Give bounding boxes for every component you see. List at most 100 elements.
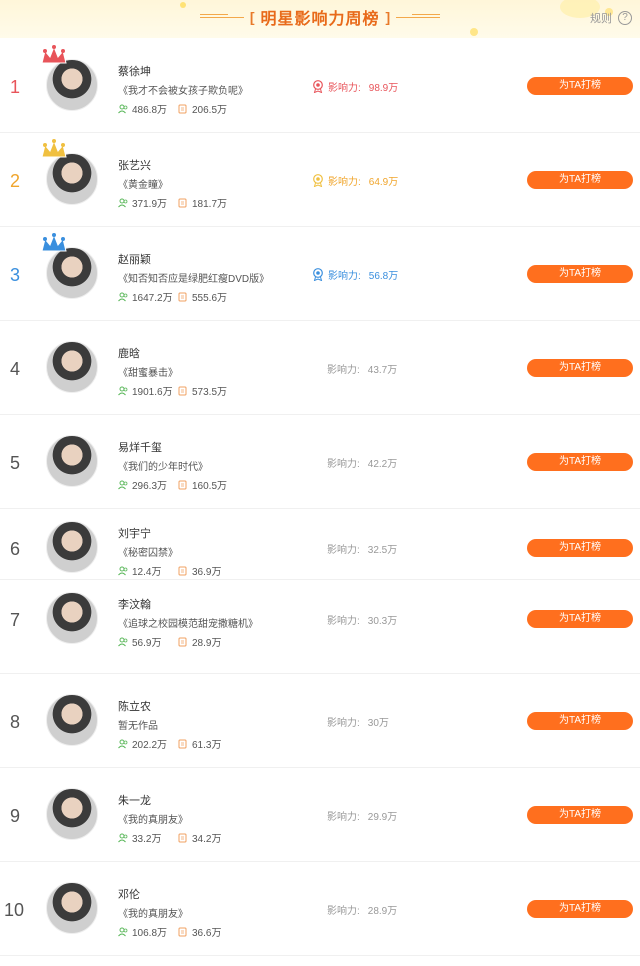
ranking-row: 10 邓伦 《我的真朋友》 106.8万 36.6万 影响力: 28.9万 为TA打榜 [0, 862, 640, 956]
star-name[interactable]: 陈立农 [118, 698, 151, 714]
star-work[interactable]: 《我的真朋友》 [118, 905, 188, 920]
avatar-wrapper[interactable] [46, 788, 98, 840]
vote-button[interactable]: 为TA打榜 [527, 77, 633, 95]
fans-count: 371.9万 [132, 199, 168, 210]
star-stats: 33.2万 34.2万 [118, 830, 221, 845]
influence-score: 影响力: 29.9万 [327, 808, 397, 823]
works-stat: 36.9万 [178, 563, 221, 578]
fans-stat: 1647.2万 [118, 289, 178, 304]
vote-button[interactable]: 为TA打榜 [527, 806, 633, 824]
avatar[interactable] [46, 592, 98, 644]
star-stats: 371.9万 181.7万 [118, 195, 227, 210]
works-count: 61.3万 [192, 740, 222, 751]
avatar-wrapper[interactable] [41, 139, 98, 205]
star-stats: 106.8万 36.6万 [118, 924, 221, 939]
works-stat: 28.9万 [178, 634, 221, 649]
influence-score: 影响力: 42.2万 [327, 455, 397, 470]
works-count: 28.9万 [192, 638, 222, 649]
star-name[interactable]: 刘宇宁 [118, 525, 151, 541]
fans-icon [118, 104, 128, 114]
vote-button[interactable]: 为TA打榜 [527, 900, 633, 918]
star-work[interactable]: 《黄金瞳》 [118, 176, 168, 191]
star-name[interactable]: 张艺兴 [118, 157, 151, 173]
medal-icon [312, 80, 324, 94]
influence-score: 影响力: 30.3万 [327, 612, 397, 627]
star-work[interactable]: 暂无作品 [118, 717, 158, 732]
avatar[interactable] [46, 521, 98, 573]
ranking-row: 1 蔡徐坤 《我才不会被女孩子欺负呢》 486.8万 206.5万 影响力: 98.9万 为T… [0, 39, 640, 133]
star-work[interactable]: 《知否知否应是绿肥红瘦DVD版》 [118, 270, 269, 285]
vote-button[interactable]: 为TA打榜 [527, 610, 633, 628]
star-work[interactable]: 《秘密囚禁》 [118, 544, 178, 559]
fans-stat: 1901.6万 [118, 383, 178, 398]
star-work[interactable]: 《我才不会被女孩子欺负呢》 [118, 82, 248, 97]
fans-icon [118, 637, 128, 647]
star-work[interactable]: 《我们的少年时代》 [118, 458, 208, 473]
influence-score: 影响力: 43.7万 [327, 361, 397, 376]
star-work[interactable]: 《甜蜜暴击》 [118, 364, 178, 379]
works-stat: 160.5万 [178, 477, 227, 492]
avatar[interactable] [46, 882, 98, 934]
vote-button[interactable]: 为TA打榜 [527, 171, 633, 189]
star-stats: 1647.2万 555.6万 [118, 289, 227, 304]
avatar-wrapper[interactable] [46, 521, 98, 573]
rules-link[interactable]: 规则 ? [590, 10, 632, 26]
avatar[interactable] [46, 788, 98, 840]
star-name[interactable]: 蔡徐坤 [118, 63, 151, 79]
ranking-row: 7 李汶翰 《追球之校园模范甜宠撒糖机》 56.9万 28.9万 影响力: 30.3万 为TA… [0, 580, 640, 674]
works-stat: 573.5万 [178, 383, 227, 398]
works-stat: 206.5万 [178, 101, 227, 116]
fans-stat: 106.8万 [118, 924, 178, 939]
fans-icon [118, 833, 128, 843]
fans-stat: 202.2万 [118, 736, 178, 751]
vote-button[interactable]: 为TA打榜 [527, 539, 633, 557]
fans-count: 33.2万 [132, 834, 162, 845]
fans-icon [118, 739, 128, 749]
avatar-wrapper[interactable] [41, 45, 98, 111]
star-name[interactable]: 鹿晗 [118, 345, 140, 361]
fans-stat: 56.9万 [118, 634, 178, 649]
avatar[interactable] [46, 341, 98, 393]
avatar[interactable] [46, 694, 98, 746]
avatar-wrapper[interactable] [41, 233, 98, 299]
influence-value: 29.9万 [367, 812, 398, 823]
avatar-wrapper[interactable] [46, 592, 98, 644]
influence-value: 56.8万 [368, 271, 399, 282]
star-name[interactable]: 易烊千玺 [118, 439, 162, 455]
avatar-wrapper[interactable] [46, 435, 98, 487]
vote-button[interactable]: 为TA打榜 [527, 265, 633, 283]
fans-stat: 33.2万 [118, 830, 178, 845]
ranking-row: 8 陈立农 暂无作品 202.2万 61.3万 影响力: 30万 为TA打榜 [0, 674, 640, 768]
fans-stat: 486.8万 [118, 101, 178, 116]
avatar-wrapper[interactable] [46, 341, 98, 393]
vote-button[interactable]: 为TA打榜 [527, 712, 633, 730]
star-name[interactable]: 李汶翰 [118, 596, 151, 612]
vote-button[interactable]: 为TA打榜 [527, 359, 633, 377]
influence-label: 影响力: [328, 271, 361, 282]
star-name[interactable]: 邓伦 [118, 886, 140, 902]
book-icon [178, 927, 188, 937]
crown-icon [40, 139, 68, 161]
works-stat: 34.2万 [178, 830, 221, 845]
star-name[interactable]: 朱一龙 [118, 792, 151, 808]
fans-count: 1647.2万 [132, 293, 173, 304]
influence-value: 64.9万 [368, 177, 399, 188]
influence-score: 影响力: 32.5万 [327, 541, 397, 556]
influence-score: 影响力: 28.9万 [327, 902, 397, 917]
avatar-wrapper[interactable] [46, 694, 98, 746]
fans-icon [118, 927, 128, 937]
star-work[interactable]: 《追球之校园模范甜宠撒糖机》 [118, 615, 258, 630]
fans-count: 486.8万 [132, 105, 168, 116]
ranking-row: 6 刘宇宁 《秘密囚禁》 12.4万 36.9万 影响力: 32.5万 为TA打榜 [0, 509, 640, 580]
question-circle-icon[interactable]: ? [618, 11, 632, 25]
fans-icon [118, 292, 128, 302]
works-count: 36.6万 [192, 928, 222, 939]
avatar[interactable] [46, 435, 98, 487]
crown-icon [40, 233, 68, 255]
avatar-wrapper[interactable] [46, 882, 98, 934]
book-icon [178, 833, 188, 843]
fans-count: 1901.6万 [132, 387, 173, 398]
star-name[interactable]: 赵丽颖 [118, 251, 151, 267]
vote-button[interactable]: 为TA打榜 [527, 453, 633, 471]
star-work[interactable]: 《我的真朋友》 [118, 811, 188, 826]
